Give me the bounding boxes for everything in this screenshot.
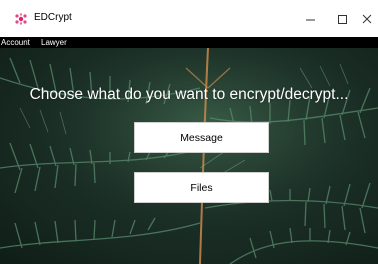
close-button[interactable]: [355, 6, 378, 32]
files-button[interactable]: Files: [134, 172, 269, 203]
instruction-heading: Choose what do you want to encrypt/decry…: [29, 86, 349, 103]
app-logo-icon: [15, 13, 27, 25]
main-panel: Choose what do you want to encrypt/decry…: [0, 48, 378, 264]
menu-item-account[interactable]: Account: [1, 37, 30, 48]
close-icon: [362, 14, 372, 24]
message-button[interactable]: Message: [134, 122, 269, 153]
minimize-icon: [306, 19, 315, 21]
minimize-button[interactable]: [296, 6, 326, 32]
window-title: EDCrypt: [34, 12, 72, 23]
menu-item-lawyer[interactable]: Lawyer: [41, 37, 67, 48]
title-bar: EDCrypt: [0, 0, 378, 37]
menu-bar: Account Lawyer: [0, 37, 378, 48]
fern-background-image: [0, 48, 378, 264]
